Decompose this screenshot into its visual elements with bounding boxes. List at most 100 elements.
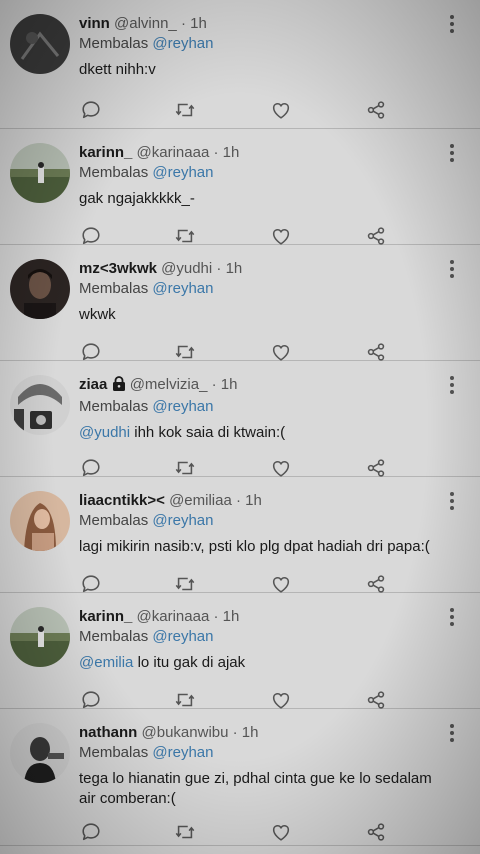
reply-to-link[interactable]: @reyhan [152,744,213,761]
tweet-text: @emilia lo itu gak di ajak [79,653,440,673]
share-icon[interactable] [365,457,387,479]
reply-context: Membalas @reyhan [79,627,440,647]
tweet-item[interactable]: ziaa @melvizia_ · 1h Membalas @reyhan @yud… [0,361,480,477]
display-name[interactable]: liaacntikk>< [79,492,165,509]
heart-icon[interactable] [270,341,292,363]
tweet-item[interactable]: vinn @alvinn_ · 1h Membalas @reyhan dkett … [0,0,480,129]
tweet-header: karinn_ @karinaaa · 1h [79,607,440,627]
user-handle[interactable]: @emiliaa [169,492,232,509]
more-vertical-icon[interactable] [446,259,458,279]
reply-icon[interactable] [80,573,102,595]
avatar[interactable] [10,143,70,203]
heart-icon[interactable] [270,225,292,247]
avatar[interactable] [10,491,70,551]
user-handle[interactable]: @alvinn_ [114,15,177,32]
mention-link[interactable]: @yudhi [79,424,130,441]
user-handle[interactable]: @melvizia_ [130,376,208,393]
retweet-icon[interactable] [174,225,196,247]
avatar[interactable] [10,375,70,435]
mention-link[interactable]: @emilia [79,654,133,671]
tweet-text: dkett nihh:v [79,60,440,80]
display-name[interactable]: karinn_ [79,608,132,625]
user-handle[interactable]: @bukanwibu [142,724,229,741]
reply-to-link[interactable]: @reyhan [152,512,213,529]
heart-icon[interactable] [270,573,292,595]
retweet-icon[interactable] [174,457,196,479]
tweet-item[interactable]: nathann @bukanwibu · 1h Membalas @reyhan t… [0,709,480,846]
more-vertical-icon[interactable] [446,607,458,627]
tweet-item[interactable]: mz<3wkwk @yudhi · 1h Membalas @reyhan wkwk [0,245,480,361]
reply-context: Membalas @reyhan [79,163,440,183]
reply-icon[interactable] [80,99,102,121]
tweet-header: nathann @bukanwibu · 1h [79,723,440,743]
tweet-body: karinn_ @karinaaa · 1h Membalas @reyhan ga… [79,143,440,209]
tweet-body: karinn_ @karinaaa · 1h Membalas @reyhan @e… [79,607,440,673]
heart-icon[interactable] [270,99,292,121]
heart-icon[interactable] [270,689,292,711]
reply-to-link[interactable]: @reyhan [152,628,213,645]
avatar[interactable] [10,607,70,667]
more-vertical-icon[interactable] [446,14,458,34]
tweet-text-content: ihh kok saia di ktwain:( [130,424,286,441]
reply-prefix: Membalas [79,512,149,529]
reply-context: Membalas @reyhan [79,743,440,763]
tweet-actions [80,821,400,845]
heart-icon[interactable] [270,457,292,479]
avatar[interactable] [10,723,70,783]
tweet-item[interactable]: liaacntikk>< @emiliaa · 1h Membalas @reyh… [0,477,480,593]
display-name[interactable]: karinn_ [79,144,132,161]
user-handle[interactable]: @karinaaa [137,144,210,161]
retweet-icon[interactable] [174,99,196,121]
reply-icon[interactable] [80,821,102,843]
more-vertical-icon[interactable] [446,143,458,163]
tweet-text: tega lo hianatin gue zi, pdhal cinta gue… [79,769,440,809]
reply-icon[interactable] [80,457,102,479]
reply-prefix: Membalas [79,398,149,415]
heart-icon[interactable] [270,821,292,843]
avatar[interactable] [10,259,70,319]
retweet-icon[interactable] [174,689,196,711]
reply-to-link[interactable]: @reyhan [152,280,213,297]
timestamp: · 1h [211,376,238,393]
user-handle[interactable]: @yudhi [161,260,212,277]
more-vertical-icon[interactable] [446,723,458,743]
tweet-header: karinn_ @karinaaa · 1h [79,143,440,163]
share-icon[interactable] [365,689,387,711]
reply-prefix: Membalas [79,164,149,181]
share-icon[interactable] [365,573,387,595]
reply-icon[interactable] [80,341,102,363]
display-name[interactable]: mz<3wkwk [79,260,157,277]
retweet-icon[interactable] [174,573,196,595]
reply-to-link[interactable]: @reyhan [152,398,213,415]
share-icon[interactable] [365,99,387,121]
display-name[interactable]: ziaa [79,376,107,393]
display-name[interactable]: vinn [79,15,110,32]
reply-to-link[interactable]: @reyhan [152,35,213,52]
timestamp: · 1h [236,492,262,509]
timestamp: · 1h [213,144,240,161]
tweet-text: gak ngajakkkkk_- [79,189,440,209]
tweet-text: wkwk [79,305,440,325]
avatar[interactable] [10,14,70,74]
tweet-item[interactable]: karinn_ @karinaaa · 1h Membalas @reyhan @e… [0,593,480,709]
reply-icon[interactable] [80,689,102,711]
tweet-actions [80,99,400,123]
retweet-icon[interactable] [174,821,196,843]
share-icon[interactable] [365,225,387,247]
tweet-text-content: gak ngajakkkkk_- [79,190,195,207]
reply-prefix: Membalas [79,280,149,297]
more-vertical-icon[interactable] [446,375,458,395]
display-name[interactable]: nathann [79,724,137,741]
reply-context: Membalas @reyhan [79,397,440,417]
retweet-icon[interactable] [174,341,196,363]
user-handle[interactable]: @karinaaa [137,608,210,625]
more-vertical-icon[interactable] [446,491,458,511]
tweet-body: liaacntikk>< @emiliaa · 1h Membalas @reyh… [79,491,440,557]
tweet-text-content: dkett nihh:v [79,61,156,78]
share-icon[interactable] [365,821,387,843]
share-icon[interactable] [365,341,387,363]
reply-to-link[interactable]: @reyhan [152,164,213,181]
reply-icon[interactable] [80,225,102,247]
timestamp: · 1h [180,15,207,32]
tweet-item[interactable]: karinn_ @karinaaa · 1h Membalas @reyhan ga… [0,129,480,245]
